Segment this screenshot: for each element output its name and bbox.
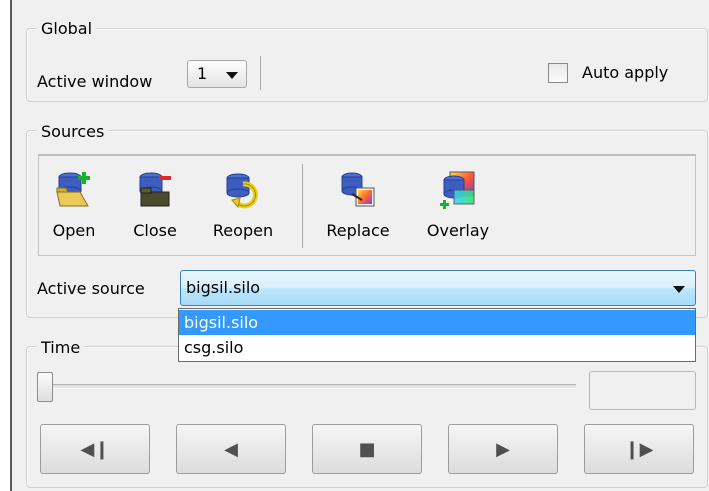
reopen-database-icon (226, 173, 258, 209)
play-reverse-button[interactable]: ◀ (176, 424, 286, 474)
time-slider-handle[interactable] (37, 372, 53, 402)
chevron-down-icon (226, 72, 238, 79)
overlay-database-icon (440, 171, 475, 209)
chevron-down-icon (673, 286, 685, 293)
play-icon: ▶ (496, 439, 510, 460)
time-group-title: Time (37, 338, 85, 358)
left-margin (0, 0, 10, 491)
source-option-csg[interactable]: csg.silo (179, 335, 695, 360)
time-slider-track[interactable] (42, 384, 576, 389)
step-forward-button[interactable]: ❙▶ (584, 424, 694, 474)
active-source-combo[interactable]: bigsil.silo (180, 270, 696, 306)
active-source-value: bigsil.silo (186, 278, 261, 297)
play-button[interactable]: ▶ (448, 424, 558, 474)
toolbar-divider (260, 56, 261, 90)
close-button[interactable]: Close (125, 164, 185, 250)
active-source-label: Active source (37, 279, 145, 298)
source-option-bigsil[interactable]: bigsil.silo (179, 310, 695, 335)
step-back-icon: ◀❙ (80, 439, 110, 460)
global-group-title: Global (37, 19, 97, 39)
close-database-icon (139, 172, 171, 207)
open-button[interactable]: Open (45, 164, 103, 250)
time-field[interactable] (589, 371, 696, 410)
stop-button[interactable]: ■ (312, 424, 422, 474)
active-source-dropdown: bigsil.silo csg.silo (178, 308, 696, 362)
open-label: Open (52, 221, 96, 240)
close-label: Close (133, 221, 177, 240)
toolbar-divider (302, 164, 303, 248)
reopen-label: Reopen (212, 221, 274, 240)
stop-icon: ■ (358, 439, 376, 460)
auto-apply-checkbox[interactable] (548, 63, 568, 83)
open-database-icon (56, 172, 90, 207)
reopen-button[interactable]: Reopen (203, 164, 283, 250)
replace-label: Replace (326, 221, 390, 240)
sources-toolbar: Open Close Reopen Replace Overlay (38, 154, 696, 256)
step-forward-icon: ❙▶ (624, 439, 654, 460)
active-window-value: 1 (197, 64, 208, 83)
active-window-combo[interactable]: 1 (187, 60, 247, 88)
replace-database-icon (341, 172, 375, 207)
sources-group-title: Sources (37, 122, 109, 142)
overlay-button[interactable]: Overlay (415, 164, 501, 250)
overlay-label: Overlay (426, 221, 490, 240)
auto-apply-label[interactable]: Auto apply (582, 62, 668, 84)
step-back-button[interactable]: ◀❙ (40, 424, 150, 474)
active-window-label: Active window (37, 72, 153, 91)
replace-button[interactable]: Replace (315, 164, 401, 250)
play-reverse-icon: ◀ (224, 439, 238, 460)
panel-edge-line (10, 0, 12, 491)
